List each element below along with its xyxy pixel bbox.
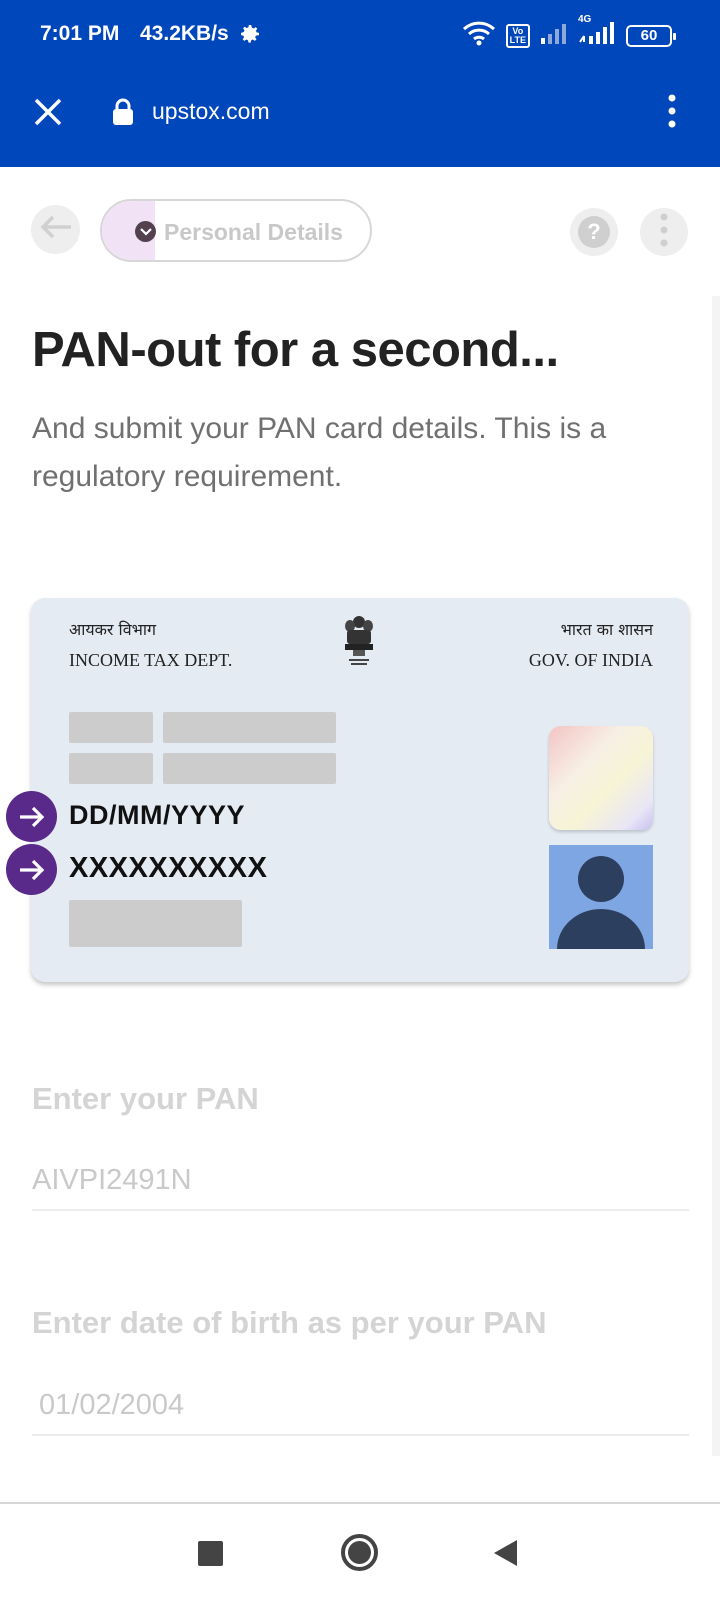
lock-icon	[112, 98, 134, 131]
pan-arrow-icon	[6, 844, 57, 895]
browser-toolbar: upstox.com	[0, 70, 720, 167]
system-navigation-bar	[0, 1502, 720, 1600]
card-gov-of-india: GOV. OF INDIA	[528, 650, 653, 670]
url-text[interactable]: upstox.com	[152, 98, 270, 125]
back-triangle-icon[interactable]	[494, 1540, 517, 1566]
card-hindi-gov: भारत का शासन	[560, 620, 653, 639]
father-name-placeholder-long	[163, 753, 336, 784]
gear-icon	[238, 22, 262, 51]
hologram-sticker	[549, 726, 653, 830]
page-title: PAN-out for a second...	[32, 323, 559, 377]
help-button[interactable]: ?	[570, 208, 618, 256]
dob-field-label: Enter date of birth as per your PAN	[32, 1305, 547, 1340]
avatar	[549, 845, 653, 949]
status-network-speed: 43.2KB/s	[140, 22, 229, 45]
pan-input[interactable]	[32, 1151, 689, 1211]
step-label: Personal Details	[164, 219, 343, 245]
recents-icon[interactable]	[198, 1541, 223, 1566]
signal-4g-icon: 4G	[578, 14, 616, 49]
help-icon: ?	[578, 216, 610, 248]
card-hindi-dept: आयकर विभाग	[69, 620, 156, 639]
volte-badge: Vo LTE	[505, 23, 530, 48]
pan-card-illustration: आयकर विभाग INCOME TAX DEPT. भारत का शासन…	[31, 598, 689, 982]
signal-icon	[540, 22, 568, 49]
card-pan-format: XXXXXXXXXX	[69, 852, 268, 884]
national-emblem-icon	[341, 612, 377, 671]
more-options-button[interactable]	[640, 208, 688, 256]
status-time: 7:01 PM	[40, 22, 120, 45]
back-button[interactable]	[31, 205, 80, 254]
home-icon[interactable]	[341, 1534, 378, 1571]
name-placeholder-short	[69, 712, 153, 743]
father-name-placeholder-short	[69, 753, 153, 784]
browser-menu-icon[interactable]	[668, 94, 676, 133]
page-subtitle: And submit your PAN card details. This i…	[32, 412, 607, 493]
dob-input[interactable]	[32, 1376, 689, 1436]
battery-indicator: 60	[626, 24, 676, 47]
card-income-tax-dept: INCOME TAX DEPT.	[69, 650, 233, 670]
step-progress-pill[interactable]: Personal Details	[100, 199, 372, 262]
name-placeholder-long	[163, 712, 336, 743]
status-bar: 7:01 PM 43.2KB/s Vo LTE 4G 60	[0, 0, 720, 70]
scrollbar-track[interactable]	[712, 296, 720, 1456]
more-vertical-icon	[660, 213, 668, 252]
pan-field-label: Enter your PAN	[32, 1081, 259, 1116]
network-type-label: 4G	[578, 14, 592, 25]
card-dob-format: DD/MM/YYYY	[69, 800, 246, 830]
dob-arrow-icon	[6, 791, 57, 842]
close-icon[interactable]	[32, 96, 64, 133]
wifi-icon	[462, 20, 496, 51]
arrow-left-icon	[39, 214, 73, 245]
signature-placeholder	[69, 900, 242, 947]
chevron-down-icon	[135, 221, 156, 242]
